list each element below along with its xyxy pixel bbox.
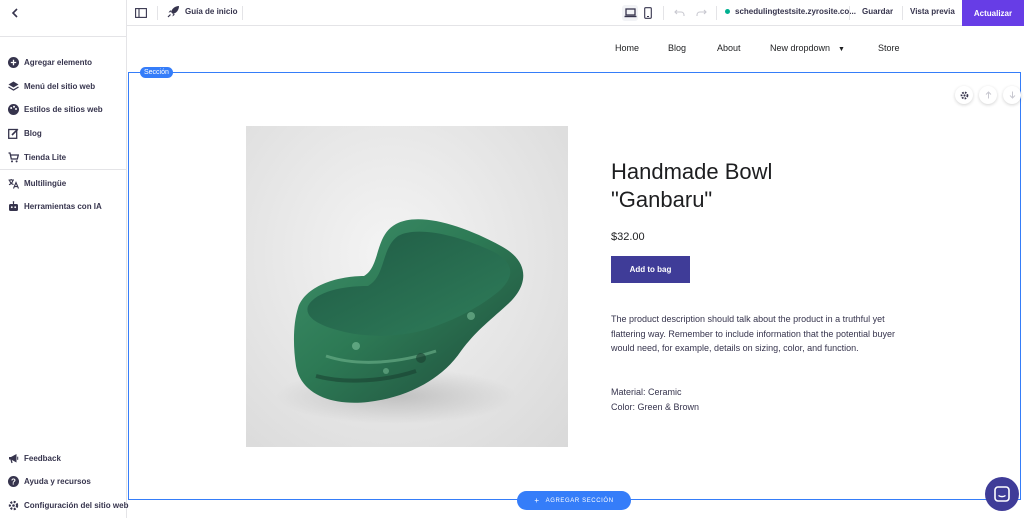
nav-link-about[interactable]: About	[717, 43, 741, 53]
sidebar-item-label: Menú del sitio web	[24, 81, 96, 91]
sidebar-item-label: Feedback	[24, 453, 61, 463]
sidebar-item-store[interactable]: Tienda Lite	[7, 148, 66, 166]
sidebar-item-multilingual[interactable]: Multilingüe	[7, 174, 66, 192]
arrow-up-icon	[985, 91, 991, 99]
mobile-icon	[644, 7, 652, 19]
toolbar-divider	[849, 6, 850, 20]
cart-icon	[7, 151, 19, 163]
product-price: $32.00	[611, 231, 645, 243]
sidebar-item-label: Ayuda y recursos	[24, 476, 91, 486]
svg-text:?: ?	[11, 477, 16, 486]
move-section-down-button[interactable]	[1003, 86, 1021, 104]
update-button[interactable]: Actualizar	[962, 0, 1024, 26]
desktop-view-button[interactable]	[622, 5, 638, 21]
add-to-bag-button[interactable]: Add to bag	[611, 256, 690, 283]
product-title-line: Handmade Bowl	[611, 159, 773, 184]
megaphone-icon	[7, 452, 19, 464]
chat-button[interactable]	[985, 477, 1019, 511]
section-tag: Sección	[140, 67, 173, 78]
redo-button[interactable]	[694, 6, 708, 20]
site-domain[interactable]: schedulingtestsite.zyrosite.co...	[725, 7, 856, 16]
gear-icon	[7, 499, 19, 511]
product-attributes: Material: Ceramic Color: Green & Brown	[611, 385, 699, 415]
nav-link-blog[interactable]: Blog	[668, 43, 686, 53]
plus-circle-icon	[7, 56, 19, 68]
nav-dropdown-label: New dropdown	[770, 43, 831, 53]
sidebar-item-site-settings[interactable]: Configuración del sitio web	[7, 496, 128, 514]
layers-icon	[7, 80, 19, 92]
mobile-view-button[interactable]	[640, 5, 656, 21]
sidebar-item-feedback[interactable]: Feedback	[7, 449, 61, 467]
start-guide-button[interactable]: Guía de inicio	[167, 5, 237, 18]
sidebar-item-label: Estilos de sitios web	[24, 104, 103, 114]
sidebar-item-blog[interactable]: Blog	[7, 124, 42, 142]
save-button[interactable]: Guardar	[862, 7, 893, 16]
editor-toolbar: Guía de inicio schedulingtestsite.zyrosi…	[127, 0, 1024, 26]
sidebar-item-site-menu[interactable]: Menú del sitio web	[7, 77, 95, 95]
product-image[interactable]	[246, 126, 568, 447]
sidebar-item-label: Multilingüe	[24, 178, 67, 188]
sidebar-item-ai-tools[interactable]: Herramientas con IA	[7, 197, 102, 215]
caret-down-icon: ▼	[838, 46, 845, 53]
nav-link-store[interactable]: Store	[878, 43, 900, 53]
back-button[interactable]	[6, 4, 24, 22]
online-status-dot	[725, 9, 730, 14]
sidebar-item-label: Configuración del sitio web	[24, 500, 129, 510]
undo-button[interactable]	[672, 6, 686, 20]
sidebar-item-help[interactable]: ? Ayuda y recursos	[7, 472, 91, 490]
sidebar-divider	[0, 36, 127, 37]
translate-icon	[7, 177, 19, 189]
nav-dropdown[interactable]: New dropdown ▼	[770, 43, 845, 53]
product-title: Handmade Bowl "Ganbaru"	[611, 158, 871, 214]
plus-icon: +	[534, 496, 540, 505]
product-title-line: "Ganbaru"	[611, 187, 713, 212]
sidebar-item-label: Agregar elemento	[24, 57, 93, 67]
toolbar-divider	[663, 6, 664, 20]
toggle-sidebar-button[interactable]	[135, 6, 149, 20]
sidebar-item-site-styles[interactable]: Estilos de sitios web	[7, 100, 103, 118]
start-guide-label: Guía de inicio	[185, 7, 238, 16]
sidebar-item-label: Blog	[24, 128, 42, 138]
editor-sidebar: Agregar elemento Menú del sitio web Esti…	[0, 0, 128, 518]
sidebar-layout-icon	[135, 8, 147, 18]
toolbar-divider	[157, 6, 158, 20]
nav-link-home[interactable]: Home	[615, 43, 639, 53]
product-material: Material: Ceramic	[611, 387, 682, 397]
add-section-button[interactable]: + AGREGAR SECCIÓN	[517, 491, 631, 510]
arrow-down-icon	[1009, 91, 1015, 99]
product-description: The product description should talk abou…	[611, 314, 895, 353]
preview-button[interactable]: Vista previa	[910, 7, 955, 16]
chat-icon	[994, 486, 1010, 502]
domain-label: schedulingtestsite.zyrosite.co...	[735, 7, 856, 16]
redo-icon	[695, 9, 707, 16]
toolbar-divider	[716, 6, 717, 20]
chevron-left-icon	[11, 8, 18, 18]
toolbar-divider	[902, 6, 903, 20]
section-settings-button[interactable]	[955, 86, 973, 104]
add-section-label: AGREGAR SECCIÓN	[545, 497, 614, 504]
undo-icon	[673, 9, 685, 16]
palette-icon	[7, 103, 19, 115]
sidebar-item-add-element[interactable]: Agregar elemento	[7, 53, 92, 71]
help-icon: ?	[7, 475, 19, 487]
sidebar-item-label: Tienda Lite	[24, 152, 67, 162]
robot-icon	[7, 200, 19, 212]
edit-icon	[7, 127, 19, 139]
sidebar-item-label: Herramientas con IA	[24, 201, 102, 211]
sidebar-divider	[0, 169, 127, 170]
move-section-up-button[interactable]	[979, 86, 997, 104]
product-color: Color: Green & Brown	[611, 402, 700, 412]
laptop-icon	[624, 8, 636, 18]
rocket-icon	[167, 6, 179, 18]
toolbar-divider	[242, 6, 243, 20]
gear-icon	[960, 91, 968, 99]
